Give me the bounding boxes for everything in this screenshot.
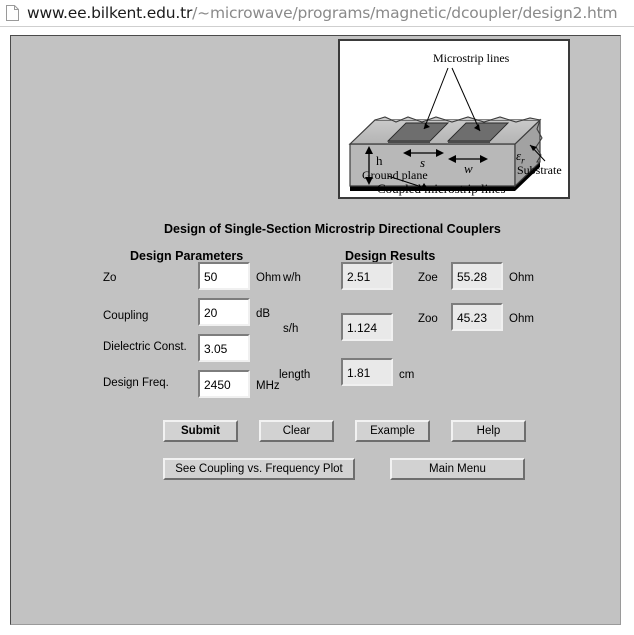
epsilon-subscript: r (521, 155, 525, 166)
coupled-microstrip-diagram: Microstrip lines Ground plane Substrate … (338, 39, 570, 199)
diagram-caption: Coupled microstrip lines (377, 181, 506, 196)
output-length: 1.81 (341, 358, 393, 386)
input-zo[interactable]: 50 (198, 262, 250, 290)
submit-button[interactable]: Submit (163, 420, 238, 442)
label-zoe: Zoe (418, 272, 438, 284)
diagram-label-h: h (376, 153, 383, 168)
diagram-label-s: s (420, 155, 426, 170)
output-zoe: 55.28 (451, 262, 503, 290)
clear-button[interactable]: Clear (259, 420, 334, 442)
see-coupling-plot-button[interactable]: See Coupling vs. Frequency Plot (163, 458, 355, 480)
main-menu-button[interactable]: Main Menu (390, 458, 525, 480)
page-icon (6, 5, 19, 21)
page-content-area: Microstrip lines Ground plane Substrate … (10, 35, 621, 625)
help-button[interactable]: Help (451, 420, 526, 442)
design-results-heading: Design Results (345, 249, 436, 263)
output-w-over-h: 2.51 (341, 262, 393, 290)
example-button[interactable]: Example (355, 420, 430, 442)
url-text: www.ee.bilkent.edu.tr/~microwave/program… (27, 4, 618, 22)
unit-length: cm (399, 369, 415, 381)
unit-zo: Ohm (256, 272, 281, 284)
unit-design-freq: MHz (256, 380, 280, 392)
url-domain: www.ee.bilkent.edu.tr (27, 4, 193, 22)
label-length: length (279, 369, 311, 381)
label-s-over-h: s/h (283, 323, 299, 335)
diagram-label-epsilon-r: εr (516, 148, 525, 166)
input-coupling[interactable]: 20 (198, 298, 250, 326)
label-zoo: Zoo (418, 313, 438, 325)
label-coupling: Coupling (103, 310, 149, 322)
output-s-over-h: 1.124 (341, 313, 393, 341)
label-zo: Zo (103, 272, 117, 284)
unit-coupling: dB (256, 308, 271, 320)
diagram-label-w: w (464, 161, 473, 176)
output-zoo: 45.23 (451, 303, 503, 331)
page-title: Design of Single-Section Microstrip Dire… (164, 222, 501, 236)
diagram-label-microstrip-lines: Microstrip lines (433, 51, 510, 65)
url-path: /~microwave/programs/magnetic/dcoupler/d… (192, 4, 618, 22)
design-parameters-heading: Design Parameters (130, 249, 244, 263)
input-design-freq[interactable]: 2450 (198, 370, 250, 398)
browser-window: www.ee.bilkent.edu.tr/~microwave/program… (0, 0, 634, 635)
unit-zoe: Ohm (509, 272, 534, 284)
label-w-over-h: w/h (283, 272, 301, 284)
input-dielectric-const[interactable]: 3.05 (198, 334, 250, 362)
address-bar[interactable]: www.ee.bilkent.edu.tr/~microwave/program… (0, 0, 634, 27)
unit-zoo: Ohm (509, 313, 534, 325)
label-design-freq: Design Freq. (103, 377, 169, 389)
label-dielectric-const: Dielectric Const. (103, 341, 187, 353)
